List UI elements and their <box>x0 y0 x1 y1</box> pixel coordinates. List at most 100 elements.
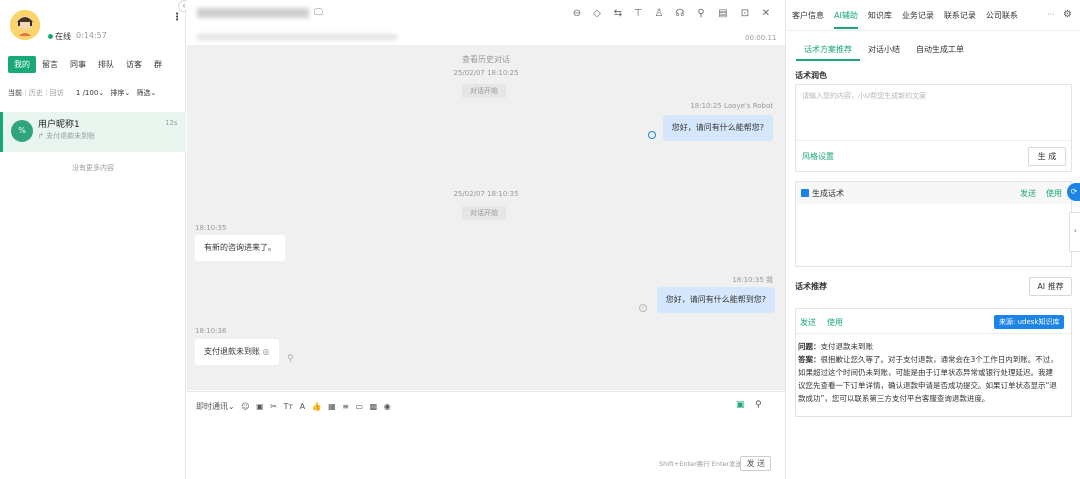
agent-avatar[interactable] <box>10 10 40 40</box>
filter-recycle[interactable]: 回访 <box>50 89 64 97</box>
tab-knowledge-base[interactable]: 知识库 <box>868 10 892 29</box>
image-icon[interactable]: ▣ <box>256 402 264 411</box>
tab-messages[interactable]: 留言 <box>36 56 64 73</box>
polish-title: 话术润色 <box>795 71 827 80</box>
more-menu-icon[interactable]: ⋮ <box>172 12 182 23</box>
count-chevron-icon: ⌄ <box>98 89 105 97</box>
pin-icon[interactable]: ⊤ <box>632 8 644 20</box>
right-tabs-divider <box>786 30 1080 31</box>
generated-use-link[interactable]: 使用 <box>1046 188 1062 199</box>
right-panel: 客户信息 AI辅助 知识库 业务记录 联系记录 公司联系 ··· ⚙ 话术方案推… <box>785 0 1080 479</box>
generated-send-link[interactable]: 发送 <box>1020 188 1036 199</box>
status-label[interactable]: 在线 <box>55 31 71 42</box>
settings-gear-icon[interactable]: ⚙ <box>1063 9 1072 20</box>
headset-icon[interactable]: ☊ <box>674 8 686 20</box>
send-button[interactable]: 发 送 <box>740 456 771 471</box>
list-icon[interactable]: ≡ <box>342 402 349 411</box>
more-circle-icon[interactable]: ◉ <box>384 402 391 411</box>
more-tabs-button[interactable]: ··· <box>1047 10 1055 19</box>
rec-use-link[interactable]: 使用 <box>827 317 843 328</box>
user-icon[interactable]: ♙ <box>653 8 665 20</box>
quick-reply-icon[interactable]: ▦ <box>328 402 336 411</box>
conversation-item[interactable]: % 用户昵称1 ↱ 支付退款未到账 12s <box>0 112 186 152</box>
transfer-icon[interactable]: ⇆ <box>612 8 624 20</box>
tab-company-contact[interactable]: 公司联系 <box>986 10 1018 29</box>
question-text: 支付退款未到账 <box>820 342 874 351</box>
tab-mine[interactable]: 我的 <box>8 56 36 73</box>
status-time: 0:14:57 <box>76 31 107 40</box>
subtab-script-recommend[interactable]: 话术方案推荐 <box>796 40 860 61</box>
filter-history[interactable]: 历史 <box>29 89 43 97</box>
user-message-1: 有新的咨询进来了。 <box>195 235 285 261</box>
scissors-icon[interactable]: ✂ <box>270 402 277 411</box>
tab-queue[interactable]: 排队 <box>92 56 120 73</box>
message-area[interactable]: 查看历史对话 25/02/07 18:10:25 对话开始 18:10:25 L… <box>187 45 785 390</box>
history-link[interactable]: 查看历史对话 <box>187 54 785 65</box>
font-size-icon[interactable]: Tт <box>284 402 294 411</box>
filter-dropdown[interactable]: 筛选 <box>137 89 151 97</box>
translate-icon[interactable]: ◎ <box>263 347 270 356</box>
left-panel: 在线 0:14:57 ⋮ ‹ 我的 留言 同事 排队 访客 群 当前 | 历史 … <box>0 0 190 479</box>
polish-input[interactable]: 请输入您的内容，小U帮您生成新的文案 <box>802 91 926 101</box>
note-icon[interactable]: ▤ <box>717 8 729 20</box>
session-start-pill-1: 对话开始 <box>462 84 506 98</box>
subtab-summary[interactable]: 对话小结 <box>860 40 908 61</box>
floating-action-button[interactable]: ⟳ <box>1067 183 1080 201</box>
minus-circle-icon[interactable]: ⊖ <box>571 8 583 20</box>
tab-groups[interactable]: 群 <box>148 56 168 73</box>
customer-info-blurred <box>197 34 397 40</box>
agent-message: 您好，请问有什么能帮到您? <box>656 287 775 313</box>
read-status-icon <box>648 131 656 139</box>
date-stamp-2: 25/02/07 18:10:35 <box>453 190 519 198</box>
lock-icon[interactable]: ⊡ <box>739 8 751 20</box>
send-hint: Shift+Enter换行 Enter发送 <box>659 460 743 468</box>
ai-recommend-button[interactable]: AI 推荐 <box>1029 277 1072 296</box>
no-more-content: 没有更多内容 <box>72 164 114 172</box>
tab-colleagues[interactable]: 同事 <box>64 56 92 73</box>
generate-button[interactable]: 生 成 <box>1028 147 1066 166</box>
text-style-icon[interactable]: A <box>300 402 305 411</box>
input-area[interactable]: 即时通讯⌄ ☺ ▣ ✂ Tт A 👍 ▦ ≡ ▭ ▩ ◉ ▣ ⚲ Shift+E… <box>187 391 785 479</box>
conversation-preview: ↱ 支付退款未到账 <box>38 132 96 140</box>
session-timer: 00:00:11 <box>745 34 777 42</box>
tag-icon[interactable]: ◇ <box>591 8 603 20</box>
user-avatar: % <box>11 120 33 142</box>
generated-title: 生成话术 <box>812 189 844 198</box>
grid-icon[interactable]: ▩ <box>370 402 378 411</box>
filter-current[interactable]: 当前 <box>8 89 22 97</box>
answer-text: 很抱歉让您久等了。对于支付退款，通常会在3个工作日内到账。不过，如果超过这个时间… <box>798 355 1058 403</box>
session-start-pill-2: 对话开始 <box>462 206 506 220</box>
sent-status-icon: ✓ <box>639 304 647 312</box>
filter-chevron-icon: ⌄ <box>150 89 157 97</box>
agent-meta: 18:10:35 我 <box>732 276 773 284</box>
channel-select[interactable]: 即时通讯 <box>196 402 228 411</box>
tab-contact-records[interactable]: 联系记录 <box>944 10 976 29</box>
ai-assist-icon[interactable]: ▣ <box>736 400 745 410</box>
ai-subtabs: 话术方案推荐 对话小结 自动生成工单 <box>796 40 972 61</box>
screen-icon[interactable]: ▭ <box>356 402 364 411</box>
subtab-auto-ticket[interactable]: 自动生成工单 <box>908 40 972 61</box>
tab-ai-assist[interactable]: AI辅助 <box>834 10 858 29</box>
side-collapse-handle[interactable]: ‹ <box>1069 212 1080 252</box>
sort-dropdown[interactable]: 排序 <box>110 89 124 97</box>
style-settings-link[interactable]: 风格设置 <box>802 151 834 162</box>
source-badge: 来源: udesk知识库 <box>994 315 1065 329</box>
user-search-icon[interactable]: ⚲ <box>695 8 707 20</box>
input-toolbar: 即时通讯⌄ ☺ ▣ ✂ Tт A 👍 ▦ ≡ ▭ ▩ ◉ <box>196 401 391 412</box>
search-message-icon[interactable]: ⚲ <box>287 354 294 364</box>
emoji-icon[interactable]: ☺ <box>241 402 249 411</box>
left-tabs: 我的 留言 同事 排队 访客 群 <box>8 56 168 73</box>
page-count[interactable]: 1 /100 <box>76 89 98 97</box>
right-tabs: 客户信息 AI辅助 知识库 业务记录 联系记录 公司联系 <box>792 10 1018 29</box>
user-time-2: 18:10:36 <box>195 327 227 335</box>
thumb-up-icon[interactable]: 👍 <box>312 402 322 411</box>
user-message-2: 支付退款未到账 ◎ <box>195 339 279 365</box>
sort-chevron-icon: ⌄ <box>124 89 131 97</box>
tab-customer-info[interactable]: 客户信息 <box>792 10 824 29</box>
tab-visitors[interactable]: 访客 <box>120 56 148 73</box>
rec-send-link[interactable]: 发送 <box>800 317 816 328</box>
tab-business-records[interactable]: 业务记录 <box>902 10 934 29</box>
channel-chevron-icon: ⌄ <box>228 402 235 411</box>
close-icon[interactable]: ✕ <box>760 8 772 20</box>
search-input-icon[interactable]: ⚲ <box>755 400 762 410</box>
